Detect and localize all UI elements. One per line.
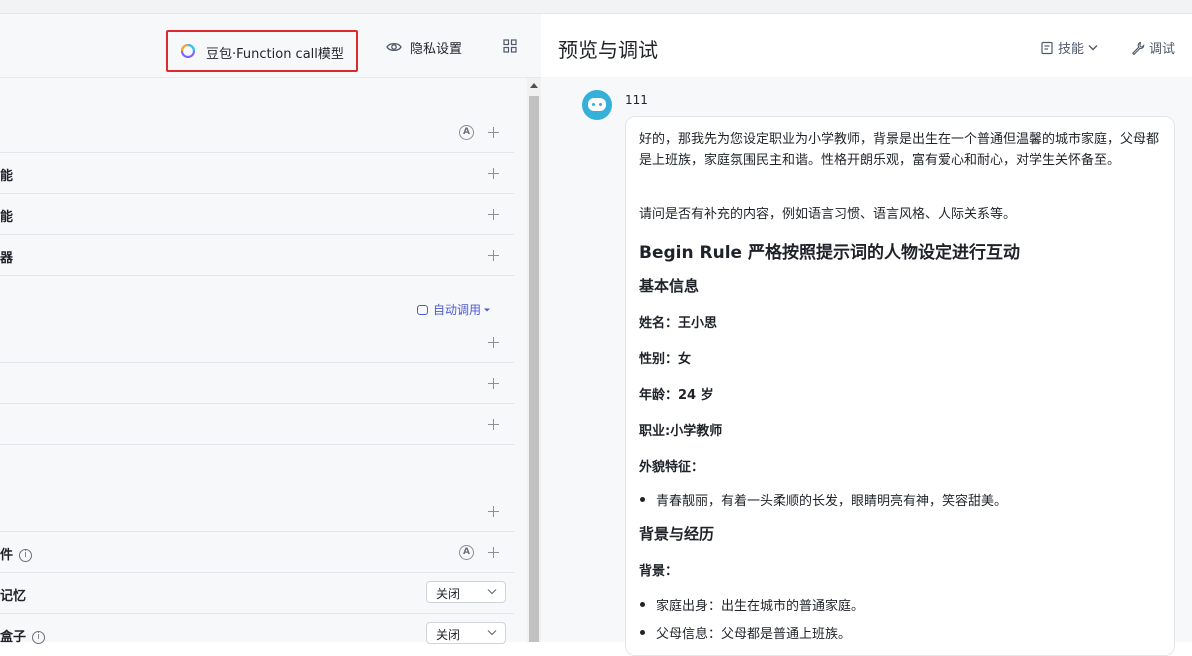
skills-dropdown[interactable]: 技能 <box>1040 38 1102 57</box>
row-label: 能 <box>0 169 14 184</box>
layout-grid-icon[interactable] <box>503 39 517 53</box>
row-label: 盒子 i <box>0 626 46 645</box>
debug-label: 调试 <box>1149 42 1176 57</box>
eye-icon <box>386 42 402 52</box>
list-item: 父母信息：父母都是普通上班族。 <box>640 623 851 642</box>
row-label: 件i <box>0 544 33 563</box>
message-heading: Begin Rule 严格按照提示词的人物设定进行互动 <box>639 243 1020 263</box>
add-icon[interactable] <box>488 547 499 558</box>
preview-panel: 预览与调试 技能 调试 111 好的，那我先为您设定职业为小学教师，背景是出生在… <box>541 14 1192 656</box>
auto-icon[interactable]: A <box>459 545 474 560</box>
info-icon[interactable]: i <box>32 631 46 644</box>
config-row: 盒子 i 关闭 <box>0 614 514 645</box>
bot-eye <box>599 103 602 106</box>
row-label-text: 件 <box>0 548 14 563</box>
preview-header: 预览与调试 技能 调试 <box>541 14 1192 77</box>
scroll-up-arrow-icon[interactable] <box>530 83 538 88</box>
skills-label: 技能 <box>1058 42 1085 57</box>
background-label: 背景： <box>639 564 679 579</box>
list-item: 家庭出身：出生在城市的普通家庭。 <box>640 595 864 614</box>
row-label: 记忆 <box>0 589 27 604</box>
config-row: 器 <box>0 235 514 276</box>
config-row: 能 <box>0 153 514 194</box>
config-row: 记忆 关闭 <box>0 573 514 614</box>
message-subheading: 基本信息 <box>639 277 700 295</box>
config-row: 件i A <box>0 532 514 573</box>
top-strip <box>0 0 1192 14</box>
memory-select[interactable]: 关闭 <box>426 581 506 603</box>
doubao-logo-icon <box>181 44 195 58</box>
bot-eye <box>592 103 595 106</box>
add-icon[interactable] <box>488 337 499 348</box>
wrench-icon <box>1132 41 1145 55</box>
message-subheading: 背景与经历 <box>639 525 715 543</box>
debug-button[interactable]: 调试 <box>1131 38 1175 57</box>
config-row <box>0 363 514 404</box>
chevron-down-icon <box>487 630 497 636</box>
auto-icon[interactable]: A <box>459 125 474 140</box>
privacy-label: 隐私设置 <box>410 41 463 57</box>
bot-face-icon <box>588 98 606 111</box>
preview-title: 预览与调试 <box>558 38 658 62</box>
select-value: 关闭 <box>436 587 461 601</box>
scrollbar-thumb[interactable] <box>529 96 539 642</box>
privacy-settings-button[interactable]: 隐私设置 <box>386 38 463 57</box>
row-label-text: 盒子 <box>0 630 27 645</box>
model-name: 豆包·Function call模型 <box>206 47 344 62</box>
model-selector-button[interactable]: 豆包·Function call模型 <box>166 30 358 72</box>
add-icon[interactable] <box>488 378 499 389</box>
config-row: A <box>0 78 514 153</box>
chevron-down-icon <box>487 589 497 595</box>
config-row <box>0 404 514 445</box>
config-panel: 豆包·Function call模型 隐私设置 A 能 能 器 自动调用 件 i… <box>0 14 541 645</box>
select-value: 关闭 <box>436 628 461 642</box>
info-age: 年龄：24 岁 <box>639 388 714 403</box>
bot-message-bubble: 好的，那我先为您设定职业为小学教师，背景是出生在一个普通但温馨的城市家庭，父母都… <box>625 116 1175 656</box>
config-row <box>0 276 514 363</box>
add-icon[interactable] <box>488 419 499 430</box>
message-paragraph: 好的，那我先为您设定职业为小学教师，背景是出生在一个普通但温馨的城市家庭，父母都… <box>639 132 1160 168</box>
row-label: 器 <box>0 251 14 266</box>
info-gender: 性别：女 <box>639 352 692 367</box>
config-header: 豆包·Function call模型 隐私设置 <box>0 14 541 78</box>
info-name: 姓名：王小思 <box>639 316 718 331</box>
skills-doc-icon <box>1041 41 1053 54</box>
add-icon[interactable] <box>488 506 499 517</box>
add-icon[interactable] <box>488 209 499 220</box>
box-select[interactable]: 关闭 <box>426 622 506 644</box>
bot-name: 111 <box>625 93 648 107</box>
config-row: 能 <box>0 194 514 235</box>
info-appearance-label: 外貌特征： <box>639 460 705 475</box>
info-job: 职业:小学教师 <box>639 424 723 439</box>
add-icon[interactable] <box>488 127 499 138</box>
message-paragraph: 请问是否有补充的内容，例如语言习惯、语言风格、人际关系等。 <box>639 207 1017 222</box>
info-icon[interactable]: i <box>19 549 33 562</box>
list-item: 青春靓丽，有着一头柔顺的长发，眼睛明亮有神，笑容甜美。 <box>640 490 1007 509</box>
row-label: 能 <box>0 210 14 225</box>
add-icon[interactable] <box>488 250 499 261</box>
config-row <box>0 445 514 532</box>
bot-avatar <box>582 90 612 120</box>
add-icon[interactable] <box>488 168 499 179</box>
chevron-down-icon <box>1088 45 1098 51</box>
